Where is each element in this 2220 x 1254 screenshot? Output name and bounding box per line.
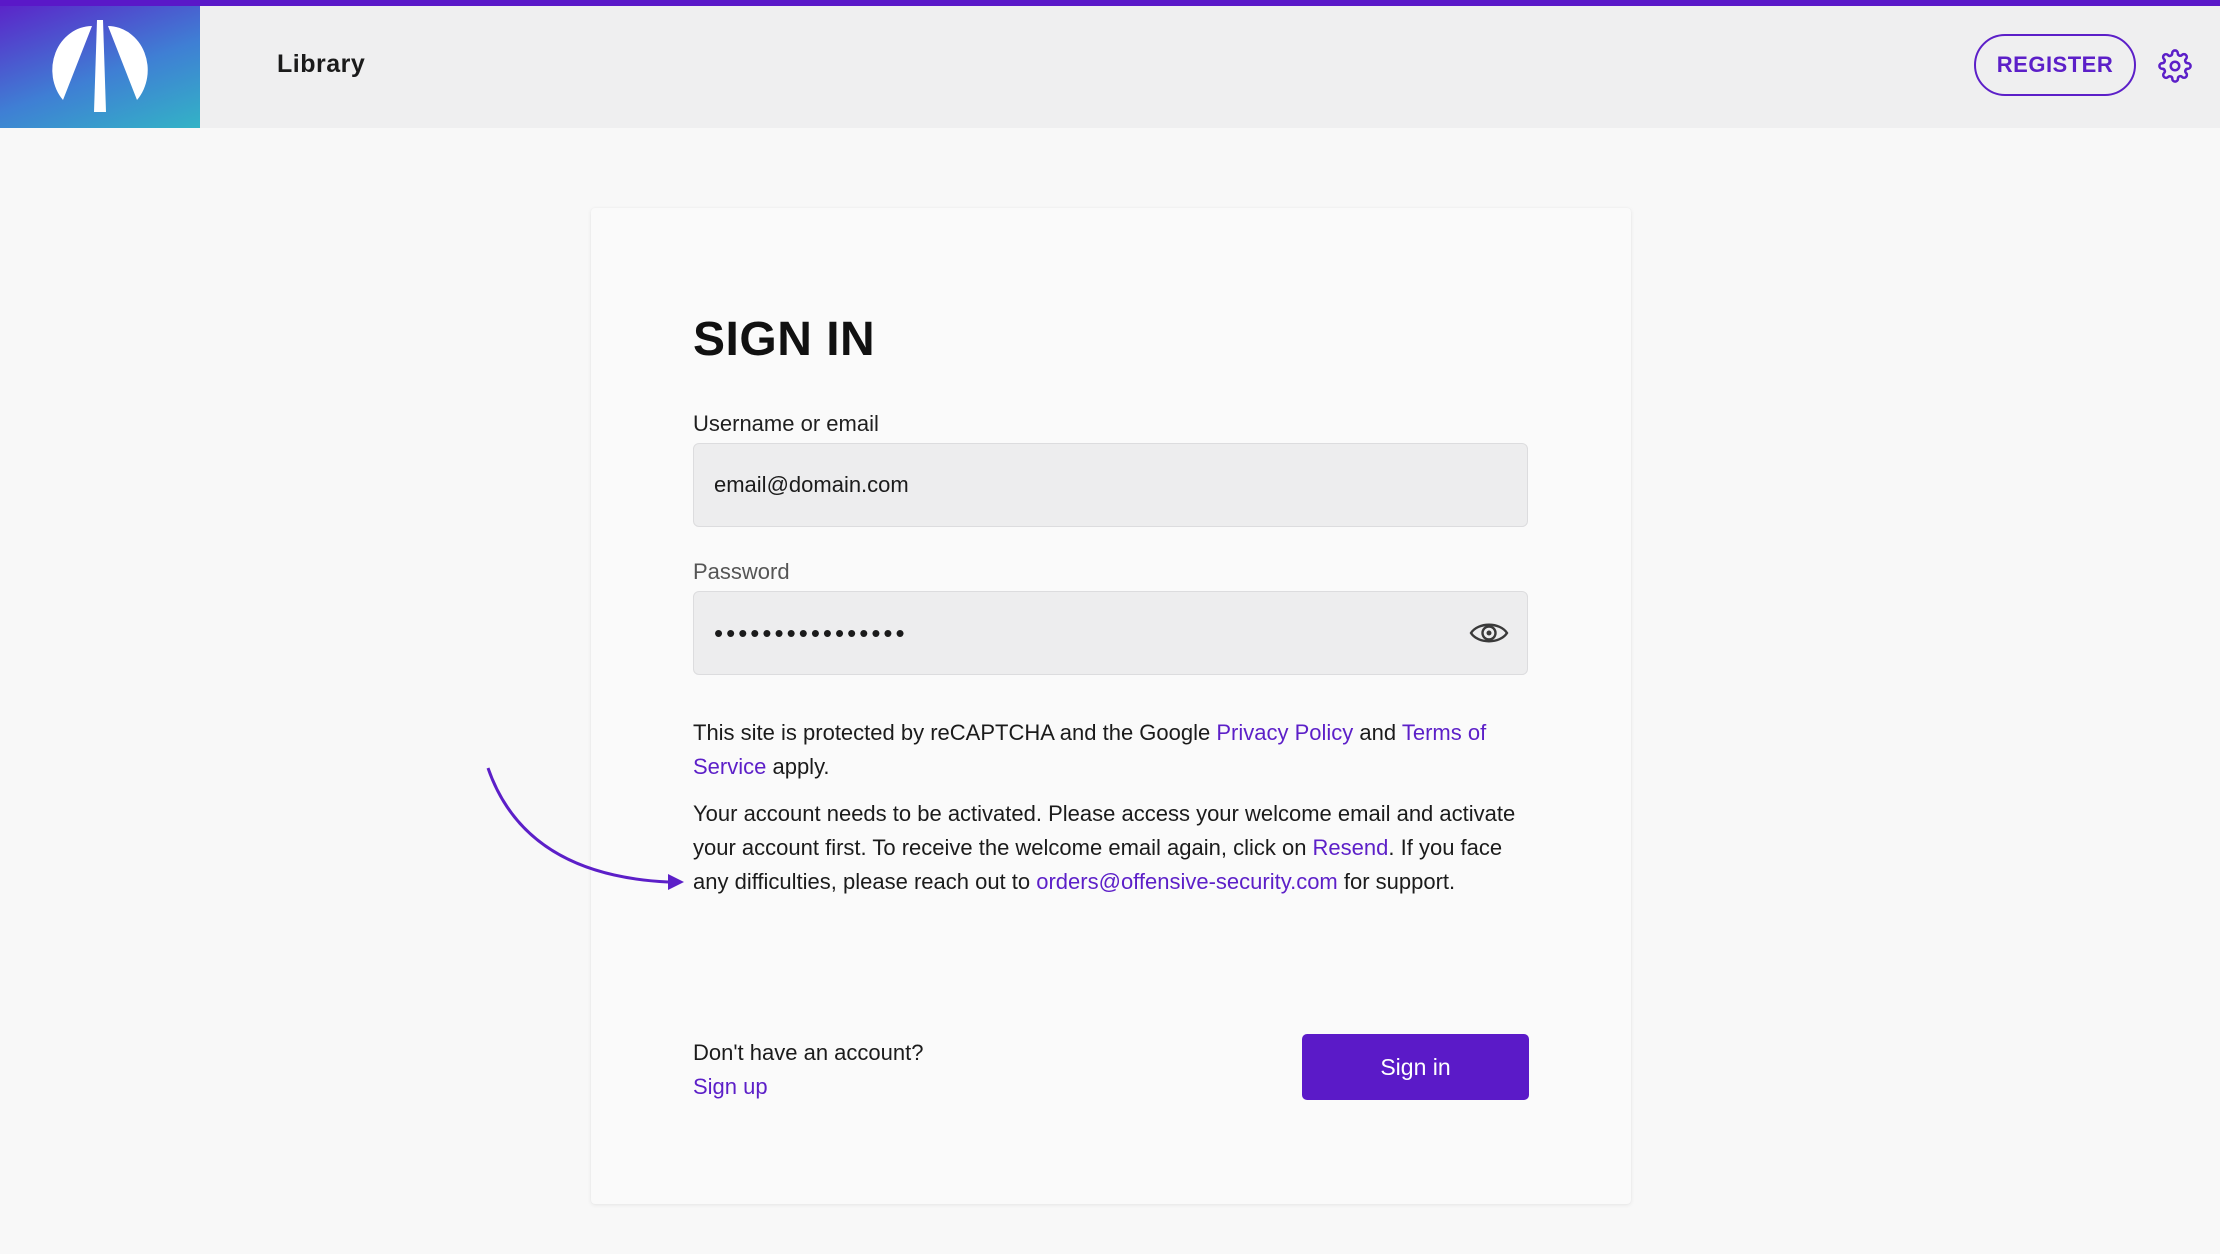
support-email-link[interactable]: orders@offensive-security.com [1036, 869, 1338, 894]
signup-prompt: Don't have an account? Sign up [693, 1036, 923, 1104]
password-label: Password [693, 559, 790, 584]
register-button[interactable]: REGISTER [1974, 34, 2136, 96]
resend-link[interactable]: Resend [1313, 835, 1389, 860]
recaptcha-notice: This site is protected by reCAPTCHA and … [693, 716, 1533, 784]
sign-in-button[interactable]: Sign in [1302, 1034, 1529, 1100]
sign-in-card: SIGN IN Username or email Password This … [591, 208, 1631, 1204]
arrow-icon [486, 767, 684, 890]
activation-text-3: for support. [1337, 869, 1456, 894]
page-title: Library [277, 50, 366, 78]
recaptcha-text-prefix: This site is protected by reCAPTCHA and … [693, 720, 1217, 745]
password-field-box [693, 591, 1528, 675]
recaptcha-text-suffix: apply. [766, 754, 830, 779]
sign-in-heading: SIGN IN [693, 313, 876, 366]
eye-icon [1469, 623, 1509, 643]
no-account-text: Don't have an account? [693, 1040, 924, 1065]
header-bar: Library REGISTER [0, 6, 2220, 128]
settings-button[interactable] [2158, 49, 2192, 83]
privacy-policy-link[interactable]: Privacy Policy [1216, 720, 1353, 745]
gear-icon [2158, 49, 2192, 83]
username-field-box [693, 443, 1528, 527]
activation-notice: Your account needs to be activated. Plea… [693, 797, 1533, 899]
sign-up-link[interactable]: Sign up [693, 1074, 768, 1099]
password-input[interactable] [714, 592, 1474, 674]
logo[interactable] [0, 6, 200, 128]
username-label: Username or email [693, 411, 879, 436]
recaptcha-text-middle: and [1353, 720, 1402, 745]
show-password-button[interactable] [1469, 616, 1509, 650]
logo-icon [52, 20, 148, 112]
username-input[interactable] [714, 444, 1474, 526]
